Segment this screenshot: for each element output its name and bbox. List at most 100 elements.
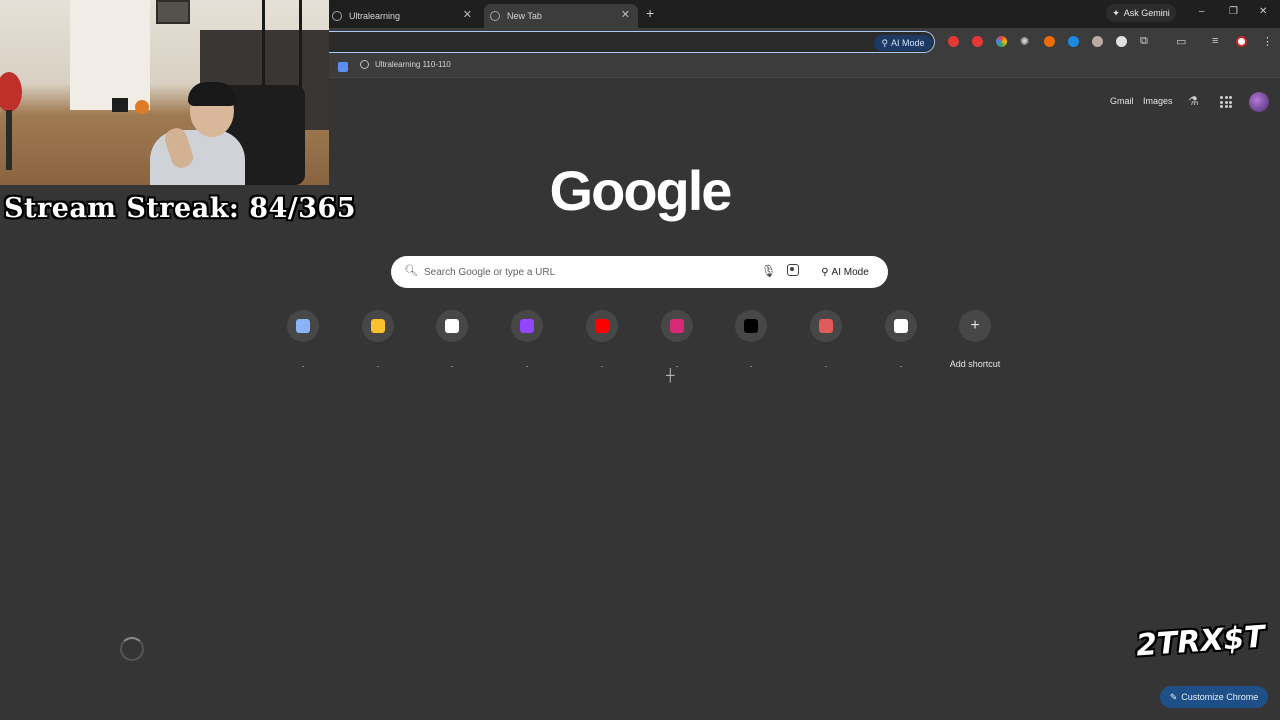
extensions-puzzle-icon[interactable]: ⧉ [1140, 35, 1148, 48]
ai-search-icon: ⚲ [821, 266, 829, 278]
tiktok-icon [744, 319, 758, 333]
gmail-link[interactable]: Gmail [1110, 96, 1134, 106]
chrome-icon [490, 11, 500, 21]
chatgpt-icon [445, 319, 459, 333]
tab-new-tab[interactable]: New Tab ✕ [484, 4, 638, 28]
tab-title: New Tab [507, 11, 542, 21]
shortcut-circle [287, 310, 319, 342]
restore-button[interactable]: ❐ [1229, 6, 1238, 17]
cursor-crosshair-icon: ┼ [666, 368, 675, 382]
search-icon: 🔍︎ [404, 265, 418, 277]
add-shortcut-button[interactable]: + Add shortcut [938, 310, 1012, 370]
shortcut-label: . [600, 359, 604, 369]
ai-search-icon: ⚲ [881, 37, 889, 48]
extension-icon[interactable] [1044, 36, 1055, 47]
search-input[interactable] [424, 262, 744, 282]
add-shortcut-label: Add shortcut [949, 359, 1001, 369]
close-tab-icon[interactable]: ✕ [621, 8, 630, 21]
shortcut-tile[interactable]: . [490, 310, 564, 370]
ai-mode-label: AI Mode [831, 266, 869, 278]
omnibox-ai-mode-label: AI Mode [891, 38, 925, 48]
tab-title: Ultralearning [349, 11, 401, 21]
omnibox-ai-mode-button[interactable]: ⚲ AI Mode [874, 35, 932, 51]
account-avatar[interactable] [1249, 92, 1269, 112]
bookmark-ultralearning[interactable]: Ultralearning 110-110 [360, 60, 451, 69]
shortcut-label: . [525, 359, 529, 369]
add-shortcut-circle: + [959, 310, 991, 342]
shortcut-tile[interactable]: . [415, 310, 489, 370]
cam-ball [135, 100, 149, 114]
microphone-icon[interactable]: 🎙︎ [761, 264, 776, 278]
customize-chrome-button[interactable]: ✎ Customize Chrome [1160, 686, 1268, 708]
shortcut-label: . [899, 359, 903, 369]
shortcut-tile[interactable]: . [266, 310, 340, 370]
shortcut-label: . [749, 359, 753, 369]
extension-block-icon[interactable] [972, 36, 983, 47]
webcam-overlay [0, 0, 329, 185]
google-classroom-icon [371, 319, 385, 333]
twitch-icon [520, 319, 534, 333]
shortcut-tile[interactable]: . [789, 310, 863, 370]
close-tab-icon[interactable]: ✕ [463, 8, 472, 21]
extension-icon[interactable] [1092, 36, 1103, 47]
minimize-button[interactable]: – [1199, 6, 1205, 17]
globe-icon [332, 11, 342, 21]
shortcut-label: . [376, 359, 380, 369]
gemini-icon [296, 319, 310, 333]
stream-streak-text: Stream Streak: 84/365 [4, 193, 357, 224]
apps-icon[interactable] [338, 62, 348, 72]
ask-gemini-label: Ask Gemini [1123, 8, 1170, 18]
google-logo: Google [549, 159, 733, 222]
bookmarks-bar: Ultralearning 110-110 [329, 56, 1280, 78]
google-apps-icon[interactable] [1220, 96, 1232, 108]
new-tab-button[interactable]: + [646, 5, 654, 21]
ai-mode-button[interactable]: ⚲ AI Mode [812, 261, 878, 283]
cam-floor-object [112, 98, 128, 112]
shortcut-tile[interactable]: . [565, 310, 639, 370]
extension-clock-icon[interactable] [1116, 36, 1127, 47]
shortcut-circle [810, 310, 842, 342]
search-box: 🔍︎ 🎙︎ ⚲ AI Mode [391, 256, 888, 288]
shortcut-circle [661, 310, 693, 342]
screen: Ultralearning ✕ New Tab ✕ + ✦ Ask Gemini… [0, 0, 1280, 720]
menu-icon[interactable]: ⋮ [1262, 35, 1273, 48]
cam-stand [6, 110, 12, 170]
loading-spinner-icon [120, 637, 144, 661]
extension-color-icon[interactable] [996, 36, 1007, 47]
side-panel-icon[interactable]: ▭ [1176, 35, 1186, 48]
instagram-icon [670, 319, 684, 333]
shortcut-label: . [824, 359, 828, 369]
media-controls-icon[interactable]: ≡ [1212, 35, 1218, 47]
youtube-icon [595, 319, 609, 333]
address-bar[interactable]: ⚲ AI Mode [329, 31, 935, 53]
close-window-button[interactable]: ✕ [1259, 6, 1267, 17]
shortcut-tile[interactable]: . [864, 310, 938, 370]
pencil-icon: ✎ [1169, 691, 1178, 702]
toolbar: ⚲ AI Mode ✺ ⧉ ▭ ≡ ⋮ [329, 28, 1280, 56]
shortcut-tile[interactable]: . [714, 310, 788, 370]
profile-icon[interactable] [1236, 36, 1247, 47]
shortcut-label: . [301, 359, 305, 369]
tab-ultralearning[interactable]: Ultralearning ✕ [330, 4, 480, 28]
shortcut-label: . [675, 359, 679, 369]
images-link[interactable]: Images [1143, 96, 1173, 106]
sparkle-icon: ✦ [1112, 7, 1120, 18]
ask-gemini-button[interactable]: ✦ Ask Gemini [1106, 4, 1176, 22]
amazon-icon [894, 319, 908, 333]
cam-door [70, 0, 150, 110]
extension-icon[interactable] [1068, 36, 1079, 47]
shortcut-tile[interactable]: . [341, 310, 415, 370]
shortcut-circle [586, 310, 618, 342]
shortcut-circle [735, 310, 767, 342]
extension-sun-icon[interactable]: ✺ [1020, 35, 1029, 48]
labs-flask-icon[interactable]: ⚗ [1188, 94, 1199, 108]
shortcut-circle [362, 310, 394, 342]
photos-icon [819, 319, 833, 333]
bookmark-label: Ultralearning 110-110 [375, 60, 451, 69]
shortcut-tile[interactable]: . [640, 310, 714, 370]
google-lens-icon[interactable] [787, 264, 799, 276]
channel-watermark: 2TRX$T [1134, 619, 1266, 664]
extension-icon[interactable] [948, 36, 959, 47]
plus-icon: + [970, 317, 980, 334]
shortcut-circle [436, 310, 468, 342]
